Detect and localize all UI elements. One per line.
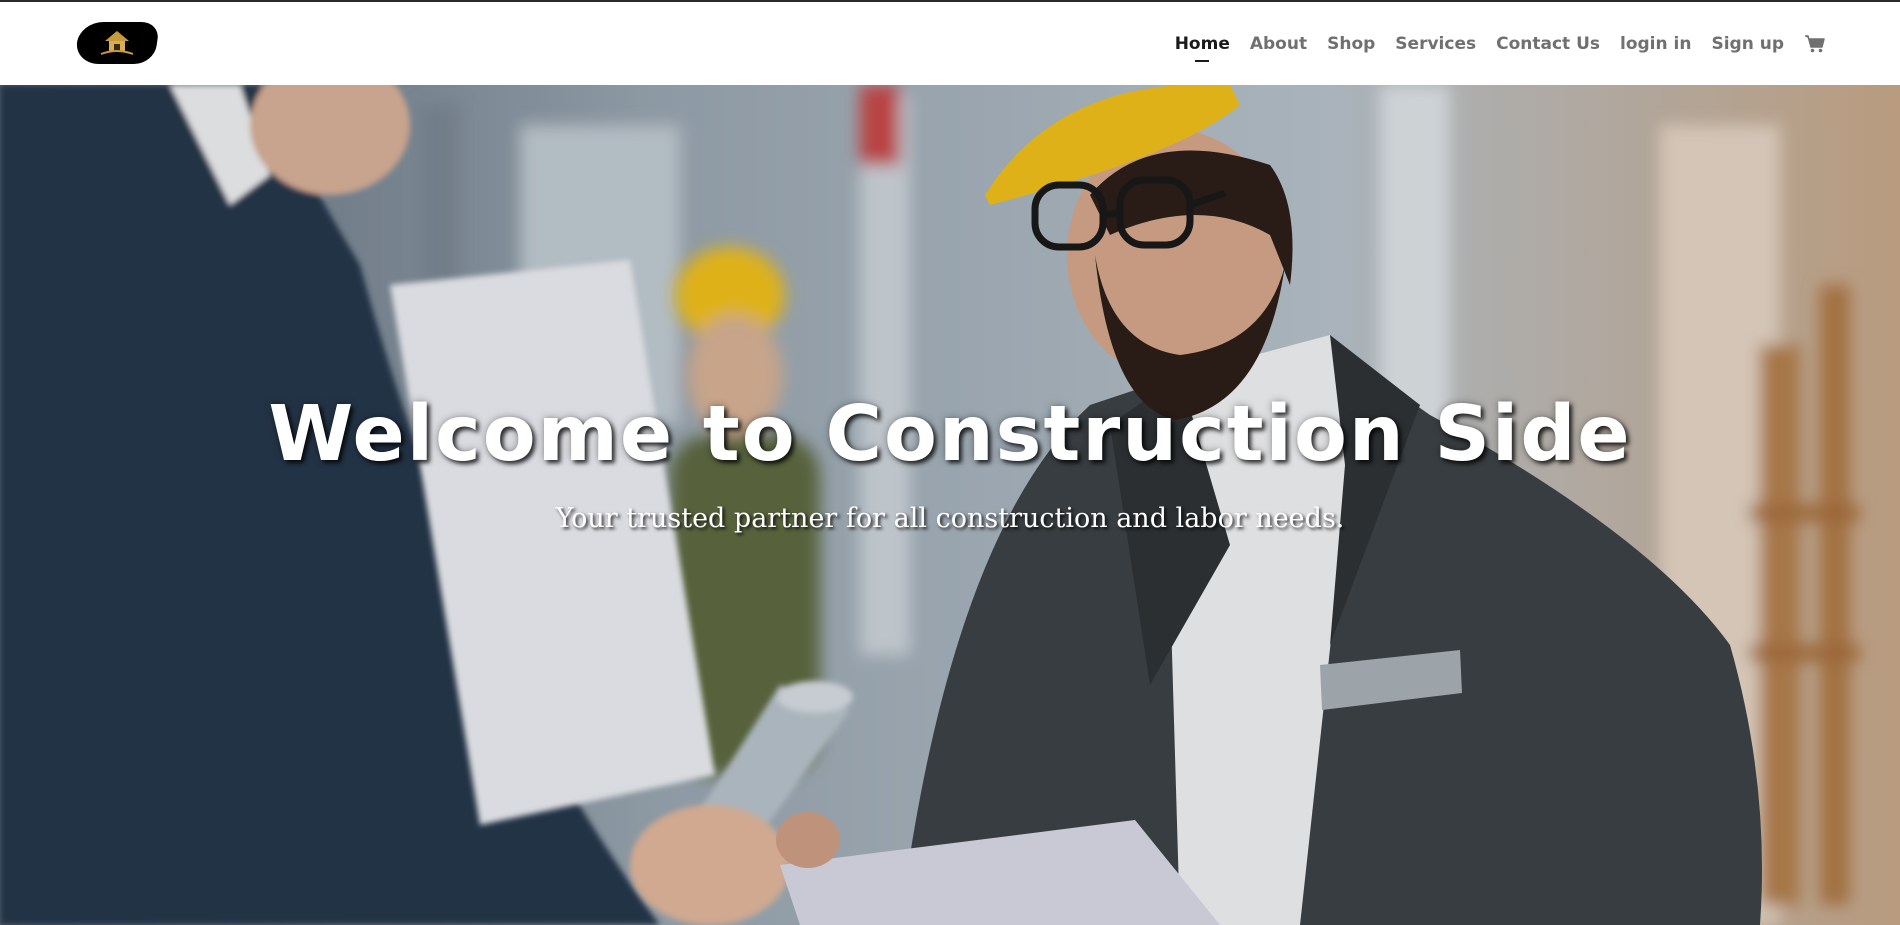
nav-shop[interactable]: Shop [1327,34,1375,54]
nav-login[interactable]: login in [1620,34,1691,54]
nav-about[interactable]: About [1250,34,1307,54]
main-nav: Home About Shop Services Contact Us logi… [1175,2,1826,85]
navbar: Home About Shop Services Contact Us logi… [0,2,1900,85]
nav-services[interactable]: Services [1395,34,1476,54]
hero-title: Welcome to Construction Side [268,390,1632,479]
nav-home[interactable]: Home [1175,34,1230,62]
site-logo[interactable] [74,22,160,64]
shopping-cart-icon[interactable] [1804,34,1826,54]
nav-sign-up[interactable]: Sign up [1711,34,1784,54]
hero-section: Welcome to Construction Side Your truste… [0,85,1900,925]
nav-contact-us[interactable]: Contact Us [1496,34,1600,54]
construction-house-logo-icon [100,31,134,55]
hero-subtitle: Your trusted partner for all constructio… [555,503,1345,534]
